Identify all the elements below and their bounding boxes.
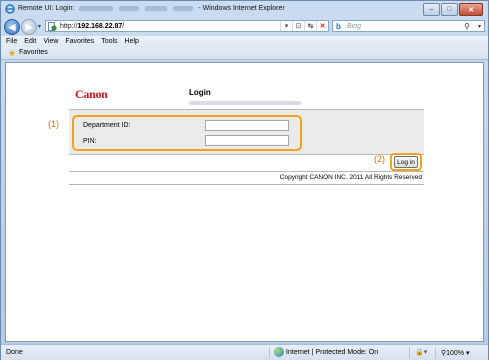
page-icon <box>48 22 57 31</box>
menu-bar: File Edit View Favorites Tools Help <box>1 36 488 47</box>
stop-icon[interactable]: ✕ <box>316 21 328 31</box>
address-dropdown-icon[interactable]: ▾ <box>280 21 292 31</box>
favorites-bar: ★ Favorites <box>1 47 488 60</box>
search-options-dropdown[interactable]: ▾ <box>478 23 481 30</box>
maximize-button[interactable]: □ <box>441 3 458 16</box>
copyright-text: Copyright CANON INC. 2011 All Rights Res… <box>279 174 422 181</box>
url-host: 192.168.22.87 <box>77 23 123 30</box>
pin-input[interactable] <box>205 135 289 146</box>
search-box[interactable]: b Bing ⚲ ▾ <box>332 20 485 32</box>
status-bar: Done Internet | Protected Mode: On 🔒▾ ⚲1… <box>1 344 488 360</box>
ie-logo-icon <box>5 4 15 14</box>
canon-logo: Canon <box>75 87 108 101</box>
bing-logo-icon: b <box>336 22 341 31</box>
favorites-button[interactable]: Favorites <box>19 49 48 56</box>
browser-window: Remote UI: Login: - Windows Internet Exp… <box>0 0 489 360</box>
page-viewport: Canon Login Department ID: PIN: Log in C… <box>5 62 484 342</box>
window-title-suffix: - Windows Internet Explorer <box>198 5 285 12</box>
navigation-bar: ◀ ▶ ▾ http://192.168.22.87/ ▾ ⊡ ↹ ✕ b Bi… <box>1 17 488 35</box>
star-icon[interactable]: ★ <box>8 48 16 59</box>
redacted-model-name <box>79 5 114 11</box>
callout-1: (1) <box>48 119 59 129</box>
zoom-level: 100% <box>446 350 465 357</box>
address-tools: ▾ ⊡ ↹ ✕ <box>280 21 328 31</box>
callout-2: (2) <box>374 154 385 164</box>
status-separator <box>269 347 270 358</box>
window-controls: – □ ✕ <box>422 3 483 16</box>
menu-view[interactable]: View <box>43 38 58 45</box>
divider <box>69 154 424 155</box>
redacted-model-name-2 <box>145 5 168 11</box>
search-input[interactable]: Bing <box>347 23 361 30</box>
department-id-label: Department ID: <box>83 122 131 129</box>
status-separator <box>409 347 410 358</box>
protected-mode-caret: ▾ <box>423 349 428 356</box>
minimize-button[interactable]: – <box>423 3 440 16</box>
globe-icon <box>274 347 284 357</box>
menu-tools[interactable]: Tools <box>101 38 117 45</box>
url-path: / <box>122 23 125 30</box>
menu-help[interactable]: Help <box>125 38 139 45</box>
address-bar[interactable]: http://192.168.22.87/ ▾ ⊡ ↹ ✕ <box>45 20 329 32</box>
address-url[interactable]: http://192.168.22.87/ <box>60 23 124 30</box>
search-icon[interactable]: ⚲ <box>464 22 470 31</box>
forward-button[interactable]: ▶ <box>21 19 37 35</box>
redacted-model-series-2 <box>173 5 194 11</box>
menu-favorites[interactable]: Favorites <box>65 38 94 45</box>
security-zone[interactable]: Internet | Protected Mode: On <box>286 349 378 356</box>
redacted-model-series <box>119 5 140 11</box>
menu-edit[interactable]: Edit <box>24 38 36 45</box>
close-window-button[interactable]: ✕ <box>459 3 483 16</box>
zoom-control[interactable]: ⚲100% ▾ <box>441 349 470 357</box>
url-scheme: http:// <box>60 23 78 30</box>
department-id-input[interactable] <box>205 120 289 131</box>
login-heading: Login <box>189 88 211 97</box>
login-button[interactable]: Log in <box>394 156 418 168</box>
divider <box>69 184 424 185</box>
window-title: Remote UI: Login: - Windows Internet Exp… <box>18 5 285 12</box>
status-separator <box>435 347 436 358</box>
login-panel: Canon Login Department ID: PIN: Log in C… <box>69 81 424 191</box>
status-text: Done <box>6 349 23 356</box>
title-bar: Remote UI: Login: - Windows Internet Exp… <box>1 1 488 17</box>
menu-file[interactable]: File <box>6 38 17 45</box>
window-title-prefix: Remote UI: Login: <box>18 5 75 12</box>
compatibility-view-icon[interactable]: ⊡ <box>292 21 304 31</box>
refresh-icon[interactable]: ↹ <box>304 21 316 31</box>
pin-label: PIN: <box>83 138 97 145</box>
recent-pages-dropdown[interactable]: ▾ <box>38 23 41 30</box>
redacted-device-name <box>189 101 301 105</box>
protected-mode-icon[interactable]: 🔒▾ <box>415 348 427 356</box>
back-button[interactable]: ◀ <box>4 19 20 35</box>
zoom-caret: ▾ <box>466 350 470 357</box>
divider <box>69 171 424 172</box>
